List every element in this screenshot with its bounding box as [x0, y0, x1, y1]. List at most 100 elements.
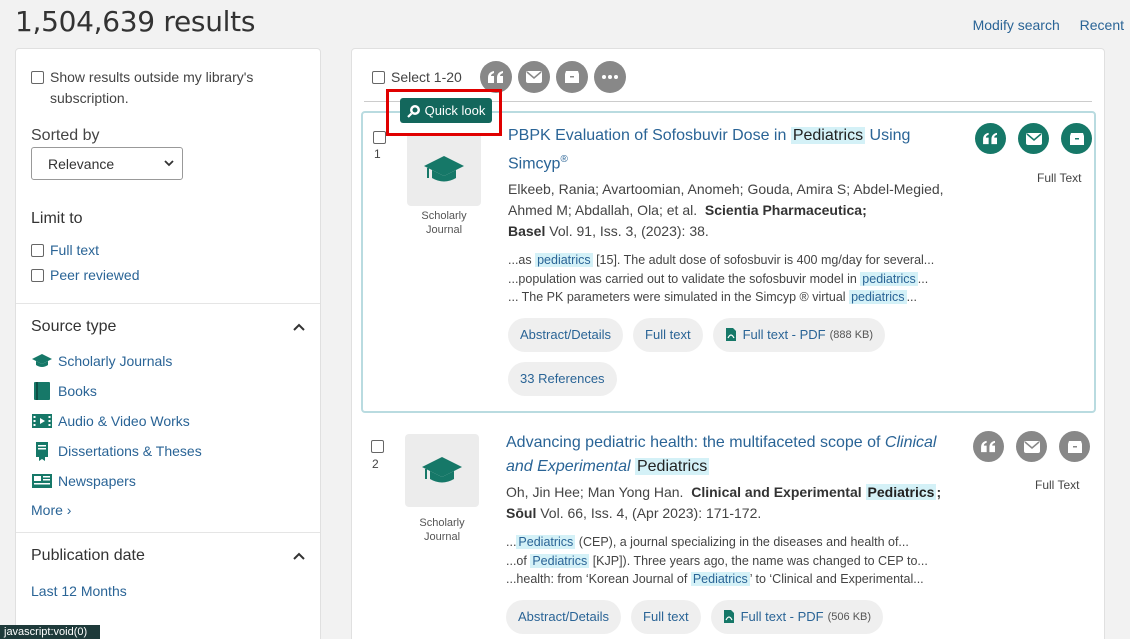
record-number: 2	[372, 457, 379, 471]
snippet-line: ... The PK parameters were simulated in …	[508, 290, 917, 305]
sort-select[interactable]: Relevance	[31, 147, 183, 180]
show-outside-option[interactable]: Show results outside my library's subscr…	[31, 67, 305, 109]
pdf-icon	[725, 328, 736, 342]
results-count: 1,504,639 results	[15, 5, 256, 38]
graduation-cap-icon	[31, 351, 53, 371]
quote-icon	[487, 71, 503, 83]
source-type-more-link[interactable]: More ›	[31, 502, 305, 518]
record-title-link[interactable]: PBPK Evaluation of Sofosbuvir Dose in Pe…	[508, 124, 963, 176]
envelope-icon	[1025, 132, 1042, 145]
record-thumbnail[interactable]	[405, 434, 479, 507]
source-type-title: Source type	[31, 318, 117, 335]
record-checkbox[interactable]	[373, 131, 386, 144]
folder-icon	[1069, 132, 1084, 145]
peer-reviewed-filter-label: Peer reviewed	[50, 267, 140, 283]
publication-date-header[interactable]: Publication date	[31, 547, 305, 565]
record-links: Abstract/Details Full text Full text - P…	[508, 317, 963, 396]
source-type-label: Books	[58, 383, 97, 399]
source-type-dissertations[interactable]: Dissertations & Theses	[31, 436, 305, 466]
book-icon	[31, 381, 53, 401]
email-button[interactable]	[517, 61, 550, 93]
status-bar-url: javascript:void(0)	[0, 625, 100, 639]
snippet-line: ...health: from ‘Korean Journal of Pedia…	[506, 572, 924, 586]
save-button[interactable]	[555, 61, 588, 93]
record-type-label: Scholarly Journal	[419, 517, 465, 543]
quick-look-highlight-box	[386, 89, 502, 136]
record-snippets: ... Pediatrics (CEP), a journal specializ…	[506, 533, 961, 589]
publication-date-section: Publication date Last 12 Months	[16, 533, 320, 613]
source-type-label: Newspapers	[58, 473, 136, 489]
record-body: PBPK Evaluation of Sofosbuvir Dose in Pe…	[508, 124, 963, 396]
source-type-newspapers[interactable]: Newspapers	[31, 466, 305, 496]
record-actions	[973, 431, 1096, 462]
dissertation-icon	[31, 441, 53, 461]
full-text-link[interactable]: Full text	[631, 599, 701, 634]
full-text-checkbox[interactable]	[31, 243, 44, 257]
full-text-pdf-link[interactable]: Full text - PDF (506 KB)	[710, 599, 884, 634]
record-cite-button[interactable]	[973, 431, 1004, 462]
snippet-line: ...as pediatrics [15]. The adult dose of…	[508, 253, 935, 268]
chevron-up-icon[interactable]	[293, 321, 305, 333]
full-text-filter-label: Full text	[50, 242, 100, 258]
full-text-availability: Full Text	[1035, 478, 1080, 492]
record-journal: Clinical and Experimental Pediatrics;	[691, 484, 942, 500]
abstract-details-link[interactable]: Abstract/Details	[508, 317, 624, 352]
last-12-months-link[interactable]: Last 12 Months	[31, 583, 305, 599]
modify-search-link[interactable]: Modify search	[973, 17, 1060, 33]
show-outside-checkbox[interactable]	[31, 71, 44, 84]
chevron-down-icon	[164, 160, 174, 167]
sort-select-value: Relevance	[48, 155, 115, 172]
sorted-by-label: Sorted by	[31, 127, 100, 144]
record-thumbnail[interactable]	[407, 133, 481, 206]
record-email-button[interactable]	[1018, 123, 1049, 154]
snippet-line: ...population was carried out to validat…	[508, 271, 929, 286]
top-links: Modify search Recent	[957, 17, 1124, 33]
results-panel: Select 1-20 Quick look 1 Scholarly Journ…	[351, 48, 1105, 639]
record-email-button[interactable]	[1016, 431, 1047, 462]
pdf-icon	[723, 610, 734, 623]
envelope-icon	[525, 71, 542, 83]
graduation-cap-icon	[424, 155, 464, 181]
graduation-cap-icon	[422, 456, 462, 482]
full-text-link[interactable]: Full text	[633, 317, 703, 352]
select-all-checkbox[interactable]	[372, 70, 385, 84]
record-snippets: ...as pediatrics [15]. The adult dose of…	[508, 251, 963, 307]
peer-reviewed-checkbox[interactable]	[31, 268, 44, 282]
full-text-pdf-link[interactable]: Full text - PDF (888 KB)	[712, 317, 886, 352]
record-place: Sōul	[506, 505, 537, 521]
record-journal: Scientia Pharmaceutica;	[704, 202, 867, 219]
source-type-header[interactable]: Source type	[31, 318, 305, 336]
source-type-label: Audio & Video Works	[58, 413, 190, 429]
source-type-books[interactable]: Books	[31, 376, 305, 406]
source-type-label: Dissertations & Theses	[58, 443, 202, 459]
record-title-link[interactable]: Advancing pediatric health: the multifac…	[506, 431, 961, 479]
record-cite-button[interactable]	[975, 123, 1006, 154]
source-type-label: Scholarly Journals	[58, 353, 173, 369]
references-link[interactable]: 33 References	[508, 361, 617, 396]
source-type-scholarly-journals[interactable]: Scholarly Journals	[31, 346, 305, 376]
full-text-availability: Full Text	[1037, 171, 1082, 185]
record-actions	[975, 123, 1098, 154]
quote-icon	[981, 440, 995, 453]
film-icon	[31, 411, 53, 431]
recent-link[interactable]: Recent	[1080, 17, 1124, 33]
record-save-button[interactable]	[1059, 431, 1090, 462]
record-links: Abstract/Details Full text Full text - P…	[506, 599, 961, 634]
peer-reviewed-filter[interactable]: Peer reviewed	[31, 267, 305, 283]
chevron-up-icon[interactable]	[293, 550, 305, 562]
more-actions-button[interactable]	[593, 61, 626, 93]
quote-icon	[983, 132, 997, 145]
full-text-filter[interactable]: Full text	[31, 242, 305, 258]
record-save-button[interactable]	[1061, 123, 1092, 154]
record-checkbox[interactable]	[371, 440, 384, 453]
record-place: Basel	[508, 223, 546, 240]
folder-icon	[1067, 440, 1082, 453]
result-record: 2 Scholarly Journal Advancing pediatric …	[361, 423, 1096, 639]
source-type-audio-video[interactable]: Audio & Video Works	[31, 406, 305, 436]
show-outside-label: Show results outside my library's subscr…	[50, 69, 254, 106]
select-all-label: Select 1-20	[391, 69, 462, 85]
publication-date-title: Publication date	[31, 547, 145, 564]
result-record: 1 Scholarly Journal PBPK Evaluation of S…	[361, 111, 1096, 413]
limit-to-section: Limit to Full text Peer reviewed	[16, 190, 320, 304]
abstract-details-link[interactable]: Abstract/Details	[506, 599, 622, 634]
